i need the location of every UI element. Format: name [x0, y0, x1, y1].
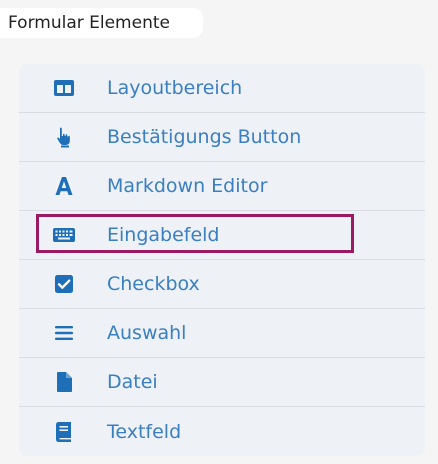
layout-columns-icon: [51, 75, 77, 101]
pointing-hand-icon: [51, 124, 77, 150]
list-item-auswahl[interactable]: Auswahl: [19, 309, 425, 358]
list-item-label: Checkbox: [107, 273, 200, 295]
file-icon: [51, 369, 77, 395]
list-item-textfeld[interactable]: Textfeld: [19, 407, 425, 456]
list-item-datei[interactable]: Datei: [19, 358, 425, 407]
list-item-label: Datei: [107, 371, 158, 393]
list-item-label: Bestätigungs Button: [107, 126, 302, 148]
section-title-tab: Formular Elemente: [0, 8, 203, 38]
list-lines-icon: [51, 320, 77, 346]
list-item-layoutbereich[interactable]: Layoutbereich: [19, 64, 425, 113]
list-item-label: Eingabefeld: [107, 224, 220, 246]
list-item-label: Textfeld: [107, 420, 182, 443]
form-elements-list: Layoutbereich Bestätigungs Button Markdo…: [19, 64, 425, 456]
list-item-label: Layoutbereich: [107, 77, 243, 99]
list-item-bestaetigungs-button[interactable]: Bestätigungs Button: [19, 113, 425, 162]
book-icon: [51, 419, 77, 445]
list-item-markdown-editor[interactable]: Markdown Editor: [19, 162, 425, 211]
letter-a-icon: [51, 173, 77, 199]
keyboard-icon: [51, 222, 77, 248]
checkbox-icon: [51, 271, 77, 297]
list-item-label: Auswahl: [107, 322, 187, 344]
list-item-checkbox[interactable]: Checkbox: [19, 260, 425, 309]
list-item-eingabefeld[interactable]: Eingabefeld: [19, 211, 425, 260]
section-title: Formular Elemente: [8, 13, 170, 33]
list-item-label: Markdown Editor: [107, 175, 268, 197]
